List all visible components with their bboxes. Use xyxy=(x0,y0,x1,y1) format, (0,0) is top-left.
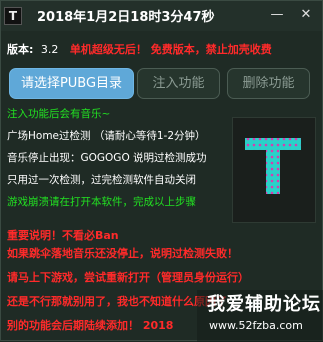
inject-button[interactable]: 注入功能 xyxy=(137,68,220,99)
close-button[interactable]: ✕ xyxy=(298,7,314,23)
watermark-url: www.52fzba.com xyxy=(209,319,303,332)
window-title: 2018年1月2日18时3分47秒 xyxy=(37,10,215,25)
delete-button[interactable]: 删除功能 xyxy=(227,68,310,99)
log-line: 游戏崩溃请在打开本软件，完成以上步骤 xyxy=(7,196,196,208)
log-output: 注入功能后会有音乐~ 广场Home过检测 （请耐心等待1-2分钟） 音乐停止出现… xyxy=(7,103,229,213)
watermark-title: 我爱辅助论坛 xyxy=(207,294,321,315)
app-logo-icon: T xyxy=(4,7,22,25)
version-value: 3.2 xyxy=(40,43,59,56)
version-row: 版本: 3.2 单机超级无后！ 免费版本，禁止加壳收费 xyxy=(7,41,272,59)
log-line: 广场Home过检测 （请耐心等待1-2分钟） xyxy=(7,130,206,142)
app-window: T 2018年1月2日18时3分47秒 — ✕ 版本: 3.2 单机超级无后！ … xyxy=(0,0,323,342)
logo-image xyxy=(232,117,316,223)
log-line: 音乐停止出现：GOGOGO 说明过检测成功 xyxy=(7,152,207,164)
free-notice: 单机超级无后！ 免费版本，禁止加壳收费 xyxy=(69,43,272,56)
select-directory-button[interactable]: 请选择PUBG目录 xyxy=(9,68,134,99)
important-banner: 重要说明！不看必Ban xyxy=(7,229,119,242)
warning-line: 别的功能会后期陆续添加！ 2018 xyxy=(7,319,174,332)
version-label: 版本: xyxy=(7,43,34,56)
warning-line: 请马上下游戏，尝试重新打开（管理员身份运行） xyxy=(7,271,249,284)
t-logo-icon xyxy=(245,138,301,194)
minimize-button[interactable]: — xyxy=(269,7,285,23)
warning-line: 如果跳伞落地音乐还没停止，说明过检测失败！ xyxy=(7,247,238,260)
warning-line: 还是不行那就别用了，我也不知道什么原因了 xyxy=(7,295,227,308)
title-bar: T 2018年1月2日18时3分47秒 — ✕ xyxy=(1,1,322,31)
log-line: 只用过一次检测，过完检测软件自动关闭 xyxy=(7,174,196,186)
log-line: 注入功能后会有音乐~ xyxy=(7,108,111,120)
forum-watermark: 我爱辅助论坛 www.52fzba.com xyxy=(197,290,323,342)
